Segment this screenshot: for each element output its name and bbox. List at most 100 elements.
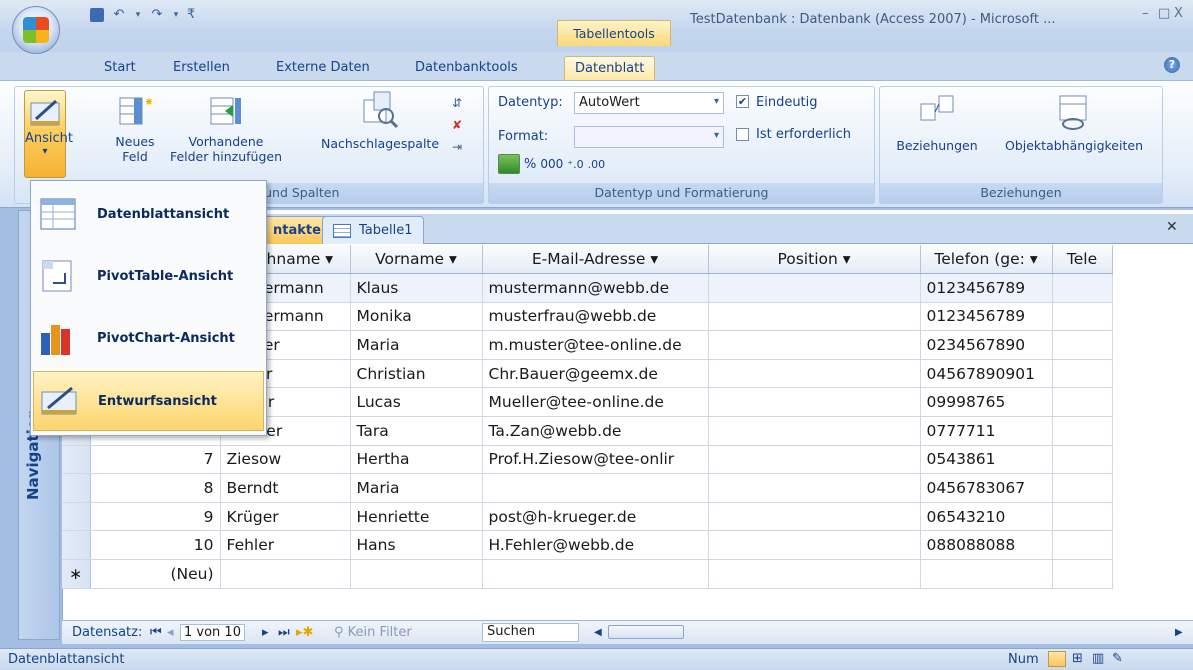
row-selector[interactable] [62, 445, 91, 475]
empty-cell[interactable] [350, 559, 483, 589]
no-filter-button[interactable]: ⚲ Kein Filter [334, 625, 412, 640]
cell-nachname[interactable]: Krüger [220, 502, 351, 532]
cell-vorname[interactable]: Maria [350, 473, 483, 503]
row-selector[interactable] [62, 530, 91, 561]
neues-feld-button[interactable]: ✷ Neues Feld [110, 94, 160, 164]
undo-icon[interactable]: ↶ [110, 7, 128, 23]
decrease-decimals-icon[interactable]: .00 [588, 158, 606, 171]
cell-position[interactable] [708, 473, 921, 503]
scroll-right-icon[interactable]: ▶ [1175, 627, 1183, 638]
cell-tele[interactable] [1052, 445, 1113, 475]
column-header-tele[interactable]: Tele [1052, 245, 1113, 275]
help-icon[interactable]: ? [1164, 57, 1180, 73]
cell-position[interactable] [708, 302, 921, 332]
cell-vorname[interactable]: Hertha [350, 445, 483, 475]
beziehungen-button[interactable]: Beziehungen [884, 92, 990, 153]
cell-email[interactable]: musterfrau@webb.de [482, 302, 709, 332]
new-record-row[interactable]: ∗ (Neu) [62, 559, 1113, 589]
cell-telefon[interactable]: 06543210 [920, 502, 1053, 532]
cell-telefon[interactable]: 0777711 [920, 416, 1053, 446]
delete-column-icon[interactable]: ✘ [452, 114, 462, 136]
cell-vorname[interactable]: Henriette [350, 502, 483, 532]
erforderlich-checkbox[interactable] [736, 128, 749, 141]
cell-tele[interactable] [1052, 359, 1113, 389]
cell-telefon[interactable]: 088088088 [920, 530, 1053, 561]
last-record-icon[interactable]: ⏭ [278, 625, 290, 640]
tab-datenbanktools[interactable]: Datenbanktools [405, 56, 528, 80]
close-button[interactable]: X [1174, 6, 1183, 21]
cell-id[interactable]: 10 [90, 530, 221, 561]
scroll-left-icon[interactable]: ◀ [594, 627, 602, 638]
cell-tele[interactable] [1052, 387, 1113, 418]
cell-email[interactable]: H.Fehler@webb.de [482, 530, 709, 561]
cell-email[interactable]: mustermann@webb.de [482, 273, 709, 303]
cell-email[interactable] [482, 473, 709, 503]
cell-position[interactable] [708, 502, 921, 532]
format-dropdown[interactable]: ▾ [574, 126, 724, 148]
customize-qat-icon[interactable]: ₹ [186, 7, 196, 23]
redo-dropdown-icon[interactable]: ▾ [172, 7, 180, 23]
search-input[interactable]: Suchen [482, 623, 579, 642]
cell-telefon[interactable]: 09998765 [920, 387, 1053, 418]
record-position-field[interactable]: 1 von 10 [180, 624, 245, 641]
table-row[interactable]: 7 Ziesow Hertha Prof.H.Ziesow@tee-onlir 0543… [62, 445, 1113, 475]
cell-vorname[interactable]: Monika [350, 302, 483, 332]
tab-erstellen[interactable]: Erstellen [163, 56, 240, 80]
cell-telefon[interactable]: 0123456789 [920, 302, 1053, 332]
empty-cell[interactable] [220, 559, 351, 589]
cell-tele[interactable] [1052, 330, 1113, 360]
cell-tele[interactable] [1052, 416, 1113, 446]
menu-item-entwurfsansicht[interactable]: Entwurfsansicht [33, 371, 264, 431]
office-button[interactable] [12, 6, 60, 54]
menu-item-pivotchart[interactable]: PivotChart-Ansicht [33, 309, 264, 369]
next-record-icon[interactable]: ▸ [262, 625, 269, 640]
cell-tele[interactable] [1052, 473, 1113, 503]
cell-email[interactable]: Ta.Zan@webb.de [482, 416, 709, 446]
row-selector[interactable] [62, 473, 91, 503]
table-row[interactable]: 9 Krüger Henriette post@h-krueger.de 0654321… [62, 502, 1113, 532]
previous-record-icon[interactable]: ◂ [167, 625, 174, 640]
row-selector[interactable] [62, 502, 91, 532]
cell-vorname[interactable]: Christian [350, 359, 483, 389]
cell-position[interactable] [708, 387, 921, 418]
cell-tele[interactable] [1052, 530, 1113, 561]
datasheet-view-icon[interactable] [1048, 651, 1066, 667]
cell-telefon[interactable]: 0234567890 [920, 330, 1053, 360]
cell-telefon[interactable]: 04567890901 [920, 359, 1053, 389]
menu-item-pivottable[interactable]: PivotTable-Ansicht [33, 247, 264, 307]
cell-vorname[interactable]: Klaus [350, 273, 483, 303]
first-record-icon[interactable]: ⏮ [150, 625, 162, 640]
column-header-telefon[interactable]: Telefon (ge: ▾ [920, 245, 1053, 275]
redo-icon[interactable]: ↷ [148, 7, 166, 23]
cell-position[interactable] [708, 416, 921, 446]
cell-position[interactable] [708, 273, 921, 303]
table-row[interactable]: 8 Berndt Maria 0456783067 [62, 473, 1113, 503]
cell-email[interactable]: post@h-krueger.de [482, 502, 709, 532]
close-document-icon[interactable]: ✕ [1166, 219, 1178, 235]
cell-position[interactable] [708, 530, 921, 561]
cell-position[interactable] [708, 330, 921, 360]
table-row[interactable]: 10 Fehler Hans H.Fehler@webb.de 088088088 [62, 530, 1113, 561]
cell-position[interactable] [708, 445, 921, 475]
percent-button[interactable]: % [524, 157, 536, 172]
objektabhaengigkeiten-button[interactable]: Objektabhängigkeiten [990, 92, 1158, 153]
cell-vorname[interactable]: Maria [350, 330, 483, 360]
tab-datenblatt[interactable]: Datenblatt [564, 56, 656, 80]
cell-tele[interactable] [1052, 273, 1113, 303]
column-header-position[interactable]: Position ▾ [708, 245, 921, 275]
cell-telefon[interactable]: 0543861 [920, 445, 1053, 475]
cell-nachname[interactable]: Ziesow [220, 445, 351, 475]
thousands-button[interactable]: 000 [540, 157, 563, 171]
maximize-button[interactable]: □ [1158, 6, 1170, 21]
increase-decimals-icon[interactable]: ⁺.0 [567, 158, 583, 171]
cell-position[interactable] [708, 359, 921, 389]
new-row-label[interactable]: (Neu) [90, 559, 221, 589]
cell-tele[interactable] [1052, 502, 1113, 532]
cell-telefon[interactable]: 0456783067 [920, 473, 1053, 503]
cell-nachname[interactable]: Berndt [220, 473, 351, 503]
undo-dropdown-icon[interactable]: ▾ [134, 7, 142, 23]
cell-vorname[interactable]: Hans [350, 530, 483, 561]
menu-item-datenblattansicht[interactable]: Datenblattansicht [33, 185, 264, 245]
empty-cell[interactable] [920, 559, 1053, 589]
cell-tele[interactable] [1052, 302, 1113, 332]
